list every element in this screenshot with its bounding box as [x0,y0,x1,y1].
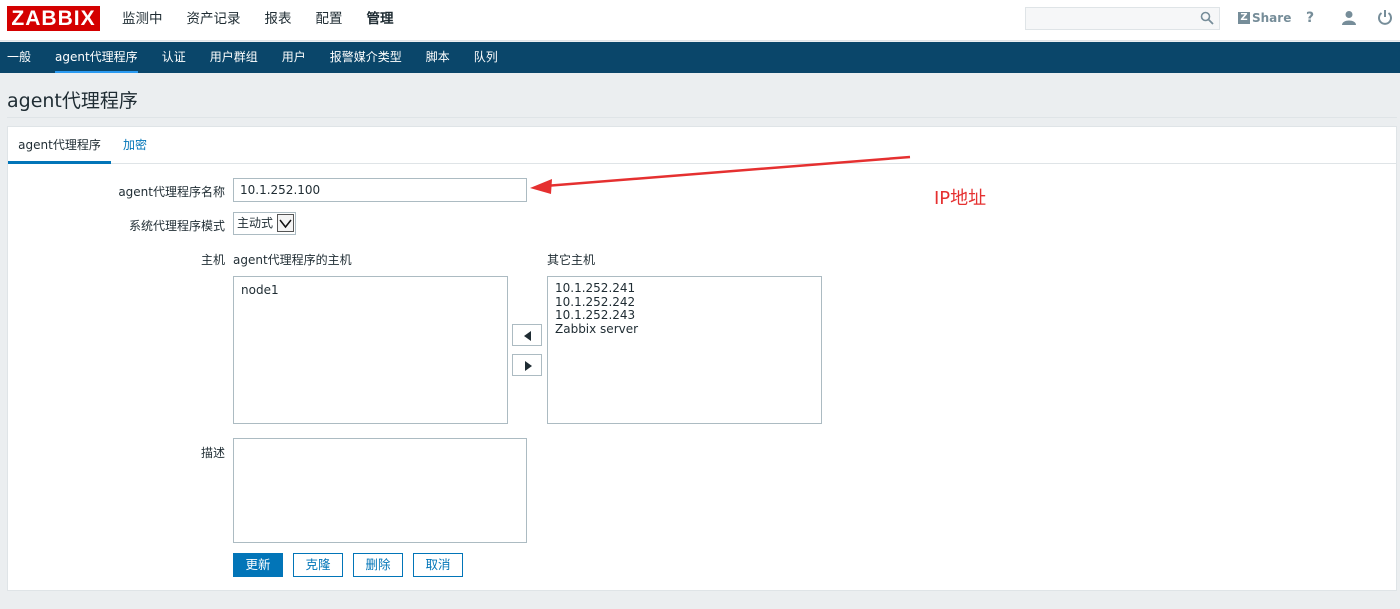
subnav-media-types[interactable]: 报警媒介类型 [318,42,414,73]
user-profile-icon[interactable] [1342,10,1356,26]
subnav-users[interactable]: 用户 [270,42,318,73]
delete-button[interactable]: 删除 [353,553,403,577]
proxy-name-label: agent代理程序名称 [118,185,225,199]
list-item[interactable]: node1 [234,283,507,298]
proxy-hosts-label: agent代理程序的主机 [233,253,352,267]
list-item[interactable]: 10.1.252.241 [548,281,821,296]
top-menu-monitoring[interactable]: 监测中 [110,0,175,41]
top-menu-configuration[interactable]: 配置 [304,0,355,41]
update-button[interactable]: 更新 [233,553,283,577]
help-icon[interactable]: ? [1306,10,1314,26]
search-input[interactable] [1025,7,1220,30]
cancel-button[interactable]: 取消 [413,553,463,577]
description-label: 描述 [200,446,225,460]
description-textarea[interactable] [233,438,527,543]
subnav-user-groups[interactable]: 用户群组 [198,42,270,73]
zabbix-share-icon: Z [1238,12,1250,24]
proxy-name-input[interactable] [233,178,527,202]
triangle-right-icon [525,361,532,371]
top-menu-reports[interactable]: 报表 [253,0,304,41]
top-header: ZABBIX 监测中 资产记录 报表 配置 管理 Z Share ? [0,0,1400,41]
move-left-button[interactable] [512,324,542,346]
subnav-authentication[interactable]: 认证 [150,42,198,73]
share-label: Share [1252,11,1292,25]
clone-button[interactable]: 克隆 [293,553,343,577]
list-item[interactable]: 10.1.252.243 [548,308,821,323]
proxy-mode-select[interactable]: 主动式 [233,212,296,235]
list-item[interactable]: 10.1.252.242 [548,295,821,310]
title-divider [7,117,1397,118]
form-tabs: agent代理程序 加密 [8,127,1396,164]
top-menu: 监测中 资产记录 报表 配置 管理 [110,0,406,41]
list-item[interactable]: Zabbix server [548,322,821,337]
proxy-form-panel: agent代理程序 加密 agent代理程序名称 系统代理程序模式 主动式 主机… [7,126,1397,591]
subnav-scripts[interactable]: 脚本 [414,42,462,73]
sign-out-icon[interactable] [1377,9,1393,25]
other-hosts-list[interactable]: 10.1.252.241 10.1.252.242 10.1.252.243 Z… [547,276,822,424]
proxy-mode-label: 系统代理程序模式 [128,219,225,233]
subnav-queue[interactable]: 队列 [462,42,510,73]
tab-proxy[interactable]: agent代理程序 [8,127,111,164]
triangle-left-icon [524,331,531,341]
proxy-hosts-list[interactable]: node1 [233,276,508,424]
annotation-label: IP地址 [934,188,987,209]
top-menu-administration[interactable]: 管理 [355,0,406,41]
move-right-button[interactable] [512,354,542,376]
proxy-mode-value: 主动式 [237,216,274,230]
chevron-down-icon [277,214,294,232]
search-icon[interactable] [1200,11,1214,25]
zabbix-logo[interactable]: ZABBIX [7,6,100,31]
subnav-general[interactable]: 一般 [0,42,43,73]
sub-navigation: 一般 agent代理程序 认证 用户群组 用户 报警媒介类型 脚本 队列 [0,42,1400,73]
share-button[interactable]: Z Share [1238,11,1291,25]
top-menu-inventory[interactable]: 资产记录 [175,0,253,41]
other-hosts-label: 其它主机 [547,253,596,267]
subnav-proxies[interactable]: agent代理程序 [43,42,150,73]
hosts-label: 主机 [200,253,225,267]
tab-encryption[interactable]: 加密 [123,127,147,164]
page-title: agent代理程序 [7,90,138,112]
